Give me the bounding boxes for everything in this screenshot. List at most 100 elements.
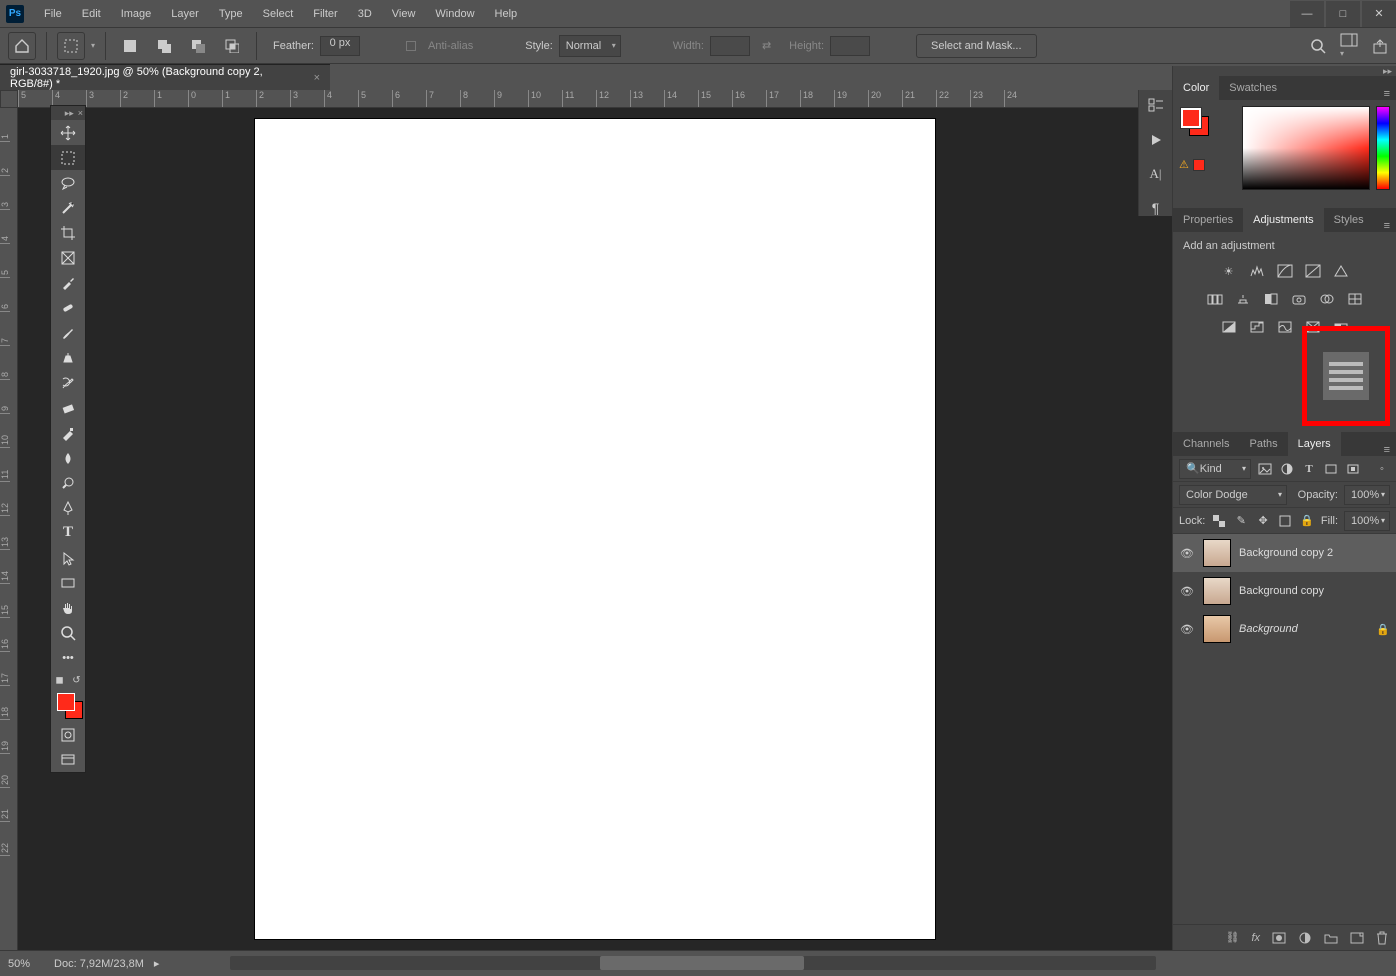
layer-thumbnail[interactable] [1203, 577, 1231, 605]
layer-visibility-icon[interactable]: 👁 [1179, 623, 1195, 636]
history-brush-tool[interactable] [51, 370, 85, 395]
canvas-area[interactable]: ◂◂ [18, 108, 1172, 950]
tools-panel[interactable]: ▸▸× T ••• ◼↺ [50, 105, 86, 773]
menu-edit[interactable]: Edit [72, 4, 111, 24]
gamut-warning-icon[interactable]: ⚠ [1179, 158, 1205, 171]
workspace-switcher-icon[interactable]: ▾ [1340, 33, 1358, 59]
clone-stamp-tool[interactable] [51, 345, 85, 370]
layers-panel-menu-icon[interactable]: ≡ [1378, 444, 1396, 456]
menu-view[interactable]: View [382, 4, 426, 24]
doc-info-menu-icon[interactable]: ▸ [154, 957, 160, 970]
filter-type-icon[interactable]: T [1301, 461, 1317, 477]
layer-item[interactable]: 👁 Background 🔒 [1173, 610, 1396, 648]
selection-subtract-icon[interactable] [184, 32, 212, 60]
document-tab-close-icon[interactable]: × [314, 72, 320, 84]
menu-select[interactable]: Select [253, 4, 304, 24]
black-white-icon[interactable] [1262, 290, 1280, 308]
character-panel-icon[interactable]: A| [1150, 166, 1162, 182]
paragraph-panel-icon[interactable]: ¶ [1152, 200, 1160, 216]
history-panel-icon[interactable] [1147, 96, 1165, 114]
blend-mode-select[interactable]: Color Dodge [1179, 485, 1287, 505]
dodge-tool[interactable] [51, 470, 85, 495]
color-lookup-icon[interactable] [1346, 290, 1364, 308]
marquee-tool[interactable] [51, 145, 85, 170]
menu-window[interactable]: Window [425, 4, 484, 24]
zoom-tool[interactable] [51, 620, 85, 645]
selection-new-icon[interactable] [116, 32, 144, 60]
menu-layer[interactable]: Layer [161, 4, 209, 24]
fill-input[interactable]: 100% [1344, 511, 1390, 531]
tab-channels[interactable]: Channels [1173, 432, 1239, 456]
lock-position-icon[interactable]: ✥ [1255, 513, 1271, 529]
lock-all-icon[interactable]: 🔒 [1299, 513, 1315, 529]
tab-layers[interactable]: Layers [1288, 432, 1341, 456]
select-and-mask-button[interactable]: Select and Mask... [916, 34, 1037, 58]
threshold-icon[interactable] [1276, 318, 1294, 336]
ruler-horizontal[interactable]: 5432101234567891011121314151617181920212… [18, 90, 1172, 108]
color-balance-icon[interactable] [1234, 290, 1252, 308]
filter-pixel-icon[interactable] [1257, 461, 1273, 477]
eraser-tool[interactable] [51, 395, 85, 420]
filter-smartobject-icon[interactable] [1345, 461, 1361, 477]
color-spectrum[interactable] [1242, 106, 1370, 190]
frame-tool[interactable] [51, 245, 85, 270]
layer-filter-select[interactable]: 🔍 Kind [1179, 459, 1251, 479]
new-group-icon[interactable] [1324, 932, 1338, 944]
style-select[interactable]: Normal [559, 35, 621, 57]
filter-toggle-icon[interactable]: ◦ [1374, 461, 1390, 477]
layer-name[interactable]: Background copy [1239, 585, 1324, 597]
new-adjustment-layer-icon[interactable] [1298, 931, 1312, 945]
layer-name[interactable]: Background [1239, 623, 1298, 635]
tab-paths[interactable]: Paths [1239, 432, 1287, 456]
search-icon[interactable] [1310, 38, 1326, 54]
filter-adjustment-icon[interactable] [1279, 461, 1295, 477]
horizontal-scrollbar[interactable] [230, 956, 1156, 970]
foreground-background-swatch[interactable] [51, 690, 85, 722]
levels-icon[interactable] [1248, 262, 1266, 280]
layer-list[interactable]: 👁 Background copy 2 👁 Background copy 👁 … [1173, 534, 1396, 924]
home-button[interactable] [8, 32, 36, 60]
rectangle-tool[interactable] [51, 570, 85, 595]
filter-shape-icon[interactable] [1323, 461, 1339, 477]
layer-lock-icon[interactable]: 🔒 [1376, 623, 1390, 636]
layer-item[interactable]: 👁 Background copy 2 [1173, 534, 1396, 572]
panels-collapse-icon[interactable]: ▸▸ [1173, 66, 1396, 76]
close-icon[interactable]: × [78, 108, 83, 118]
blur-tool[interactable] [51, 445, 85, 470]
curves-icon[interactable] [1276, 262, 1294, 280]
doc-info[interactable]: Doc: 7,92M/23,8M [54, 958, 144, 970]
tab-styles[interactable]: Styles [1324, 208, 1374, 232]
hue-slider[interactable] [1376, 106, 1390, 190]
tab-properties[interactable]: Properties [1173, 208, 1243, 232]
screenmode-tool[interactable] [51, 747, 85, 772]
edit-toolbar-icon[interactable]: ••• [51, 645, 85, 670]
quickmask-tool[interactable] [51, 722, 85, 747]
crop-tool[interactable] [51, 220, 85, 245]
path-selection-tool[interactable] [51, 545, 85, 570]
vibrance-icon[interactable] [1332, 262, 1350, 280]
tools-panel-header[interactable]: ▸▸× [51, 106, 85, 120]
default-colors-icon[interactable]: ◼ [55, 675, 63, 686]
zoom-level[interactable]: 50% [8, 958, 30, 970]
lock-pixels-icon[interactable]: ✎ [1233, 513, 1249, 529]
brush-tool[interactable] [51, 320, 85, 345]
lock-artboard-icon[interactable] [1277, 513, 1293, 529]
delete-layer-icon[interactable] [1376, 931, 1388, 945]
menu-filter[interactable]: Filter [303, 4, 347, 24]
menu-3d[interactable]: 3D [348, 4, 382, 24]
lasso-tool[interactable] [51, 170, 85, 195]
link-layers-icon[interactable]: ⛓ [1225, 931, 1239, 944]
document-tab[interactable]: girl-3033718_1920.jpg @ 50% (Background … [0, 64, 330, 90]
actions-panel-icon[interactable] [1148, 132, 1164, 148]
layer-thumbnail[interactable] [1203, 539, 1231, 567]
layer-visibility-icon[interactable]: 👁 [1179, 547, 1195, 560]
tab-color[interactable]: Color [1173, 76, 1219, 100]
hamburger-menu-icon[interactable] [1323, 352, 1369, 400]
tab-adjustments[interactable]: Adjustments [1243, 208, 1324, 232]
tab-swatches[interactable]: Swatches [1219, 76, 1287, 100]
adjustments-panel-menu-icon[interactable]: ≡ [1378, 220, 1396, 232]
layer-item[interactable]: 👁 Background copy [1173, 572, 1396, 610]
feather-input[interactable]: 0 px [320, 36, 360, 56]
posterize-icon[interactable] [1248, 318, 1266, 336]
menu-type[interactable]: Type [209, 4, 253, 24]
